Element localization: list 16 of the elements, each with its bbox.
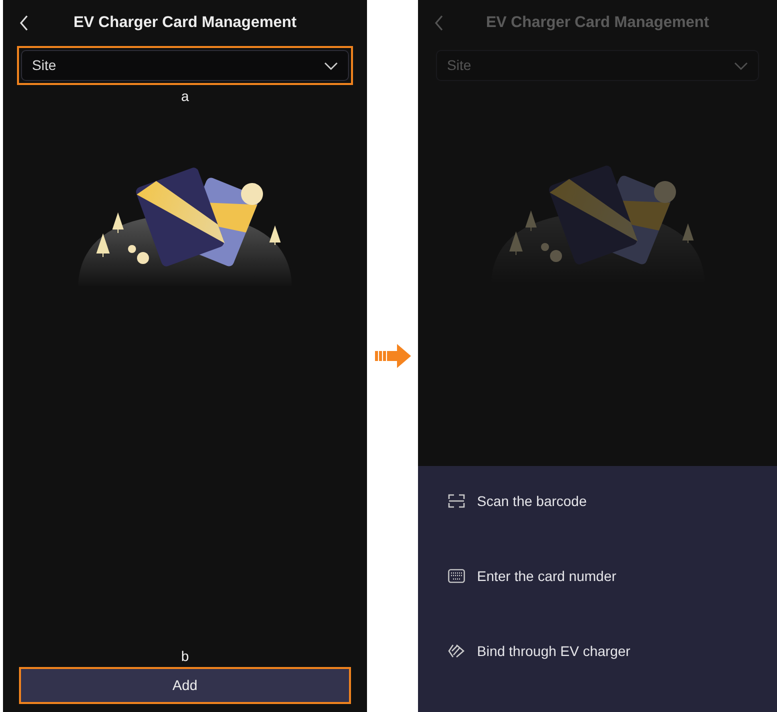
screen-title: EV Charger Card Management <box>484 13 710 34</box>
screen-title: EV Charger Card Management <box>72 13 298 34</box>
back-icon[interactable] <box>19 15 29 31</box>
add-button[interactable]: Add <box>21 669 349 702</box>
keyboard-icon <box>448 569 465 583</box>
chevron-down-icon <box>324 62 338 70</box>
callout-label: b <box>181 649 189 663</box>
bind-icon <box>448 644 465 658</box>
action-sheet-item[interactable]: Bind through EV charger <box>418 640 777 712</box>
scan-icon <box>448 494 465 508</box>
site-dropdown[interactable]: Site <box>21 50 349 81</box>
action-sheet-item[interactable]: Enter the card numder <box>418 565 777 640</box>
chevron-down-icon <box>734 62 748 70</box>
action-sheet-item[interactable]: Scan the barcode <box>418 490 777 565</box>
callout-label: a <box>181 89 189 103</box>
arrow-icon <box>374 344 410 368</box>
